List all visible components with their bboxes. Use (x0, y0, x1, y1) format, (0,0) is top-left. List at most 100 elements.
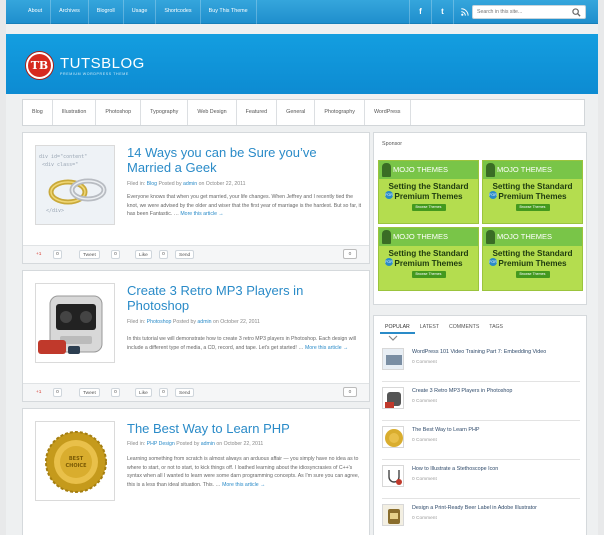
post-category-link[interactable]: Blog (147, 181, 157, 187)
post-thumbnail[interactable]: BEST CHOICE (35, 421, 115, 501)
tab-tags[interactable]: TAGS (484, 322, 508, 334)
social-links: f t (409, 0, 475, 24)
list-item[interactable]: WordPress 101 Video Training Part 7: Emb… (382, 344, 580, 382)
category-navigation: Blog Illustration Photoshop Typography W… (22, 99, 585, 126)
google-plus-button[interactable]: +1 (33, 250, 44, 259)
ad-line2: Premium Themes (498, 192, 567, 201)
twitter-icon[interactable]: t (431, 0, 453, 24)
list-item[interactable]: Create 3 Retro MP3 Players in Photoshop … (382, 383, 580, 421)
post-title[interactable]: Create 3 Retro MP3 Players in Photoshop (127, 283, 361, 313)
topnav-about[interactable]: About (20, 0, 52, 24)
search-icon[interactable] (572, 8, 581, 17)
cat-photoshop[interactable]: Photoshop (96, 100, 142, 125)
topnav-archives[interactable]: Archives (51, 0, 89, 24)
site-logo-name[interactable]: TUTSBLOG (60, 55, 145, 72)
list-item-title[interactable]: Design a Print-Ready Beer Label in Adobe… (412, 505, 580, 511)
meta-filed-label: Filed in: (127, 319, 146, 325)
send-button[interactable]: Send (175, 388, 195, 397)
list-item-title[interactable]: WordPress 101 Video Training Part 7: Emb… (412, 349, 580, 355)
like-button[interactable]: Like (135, 250, 152, 259)
topnav-blogroll[interactable]: Blogroll (89, 0, 124, 24)
topnav-shortcodes[interactable]: Shortcodes (156, 0, 201, 24)
post-title[interactable]: The Best Way to Learn PHP (127, 421, 361, 436)
browse-themes-button[interactable]: Browse Themes (411, 204, 446, 211)
sponsor-ad[interactable]: MOJO THEMES Setting the Standard Premium … (482, 227, 583, 291)
tab-popular[interactable]: POPULAR (380, 322, 415, 334)
share-bar: +1 0 Tweet 0 Like 0 Send 0 (23, 245, 369, 263)
svg-text:</div>: </div> (46, 208, 64, 214)
cat-web-design[interactable]: Web Design (188, 100, 237, 125)
post-author-link[interactable]: admin (197, 319, 211, 325)
post-card: BEST CHOICE The Best Way to Learn PHP Fi… (22, 408, 370, 535)
ad-for-badge: FOR (489, 191, 497, 199)
list-item-title[interactable]: The Best Way to Learn PHP (412, 427, 580, 433)
logo-badge[interactable]: TB (26, 52, 53, 79)
ad-for-badge: FOR (489, 258, 497, 266)
tweet-button[interactable]: Tweet (79, 250, 100, 259)
ad-for-badge: FOR (385, 258, 393, 266)
list-item[interactable]: The Best Way to Learn PHP 0 Comment (382, 422, 580, 460)
list-item[interactable]: Design a Print-Ready Beer Label in Adobe… (382, 500, 580, 535)
tab-latest[interactable]: LATEST (415, 322, 444, 334)
send-button[interactable]: Send (175, 250, 195, 259)
share-bar: +1 0 Tweet 0 Like 0 Send 0 (23, 383, 369, 401)
list-item-comments: 0 Comment (412, 399, 437, 404)
comment-count-bubble[interactable]: 0 (343, 249, 357, 259)
topnav-usage[interactable]: Usage (124, 0, 157, 24)
list-thumbnail (382, 504, 404, 526)
post-excerpt: In this tutorial we will demonstrate how… (127, 335, 363, 352)
sponsor-ad[interactable]: MOJO THEMES Setting the Standard Premium … (378, 160, 479, 224)
post-title[interactable]: 14 Ways you can be Sure you’ve Married a… (127, 145, 361, 175)
browse-themes-button[interactable]: Browse Themes (515, 271, 550, 278)
post-date: on October 22, 2011 (198, 181, 246, 187)
cat-illustration[interactable]: Illustration (53, 100, 97, 125)
cat-photography[interactable]: Photography (315, 100, 365, 125)
list-item-title[interactable]: How to Illustrate a Stethoscope Icon (412, 466, 580, 472)
post-author-link[interactable]: admin (183, 181, 197, 187)
browse-themes-button[interactable]: Browse Themes (411, 271, 446, 278)
svg-text:CHOICE: CHOICE (65, 463, 87, 469)
topnav-buy-this-theme[interactable]: Buy This Theme (201, 0, 257, 24)
ad-brand-suffix: THEMES (520, 165, 553, 174)
tab-comments[interactable]: COMMENTS (444, 322, 484, 334)
google-plus-count: 0 (53, 388, 62, 397)
read-more-link[interactable]: More this article → (180, 211, 223, 217)
cat-typography[interactable]: Typography (141, 100, 189, 125)
top-bar: About Archives Blogroll Usage Shortcodes… (6, 0, 598, 24)
svg-text:div id="content": div id="content" (39, 154, 87, 160)
svg-text:<div class=": <div class=" (42, 162, 78, 168)
post-category-link[interactable]: PHP Design (147, 441, 175, 447)
cat-wordpress[interactable]: WordPress (365, 100, 411, 125)
mascot-icon (486, 230, 495, 244)
search-input[interactable] (473, 6, 569, 18)
site-tagline: PREMIUM WORDPRESS THEME (60, 72, 129, 76)
post-card: Create 3 Retro MP3 Players in Photoshop … (22, 270, 370, 402)
post-card: div id="content" <div class=" </div> 14 … (22, 132, 370, 264)
list-item[interactable]: How to Illustrate a Stethoscope Icon 0 C… (382, 461, 580, 499)
post-thumbnail[interactable] (35, 283, 115, 363)
post-author-link[interactable]: admin (201, 441, 215, 447)
svg-text:BEST: BEST (69, 456, 84, 462)
post-thumbnail[interactable]: div id="content" <div class=" </div> (35, 145, 115, 225)
sponsor-ad[interactable]: MOJO THEMES Setting the Standard Premium … (482, 160, 583, 224)
tweet-button[interactable]: Tweet (79, 388, 100, 397)
list-item-title[interactable]: Create 3 Retro MP3 Players in Photoshop (412, 388, 580, 394)
cat-general[interactable]: General (277, 100, 316, 125)
cat-blog[interactable]: Blog (23, 100, 53, 125)
meta-posted-label: Posted by (176, 441, 200, 447)
sponsor-widget: Sponsor MOJO THEMES Setting the Standard… (373, 132, 587, 305)
post-category-link[interactable]: Photoshop (147, 319, 172, 325)
ad-line1: Setting the Standard (388, 249, 469, 258)
browse-themes-button[interactable]: Browse Themes (515, 204, 550, 211)
ad-line2: Premium Themes (498, 259, 567, 268)
comment-count-bubble[interactable]: 0 (343, 387, 357, 397)
sponsor-ad[interactable]: MOJO THEMES Setting the Standard Premium … (378, 227, 479, 291)
list-item-comments: 0 Comment (412, 360, 437, 365)
browser-viewport: About Archives Blogroll Usage Shortcodes… (6, 0, 598, 535)
google-plus-button[interactable]: +1 (33, 388, 44, 397)
read-more-link[interactable]: More this article → (305, 345, 348, 351)
facebook-icon[interactable]: f (409, 0, 431, 24)
read-more-link[interactable]: More this article → (222, 482, 265, 488)
like-button[interactable]: Like (135, 388, 152, 397)
cat-featured[interactable]: Featured (237, 100, 278, 125)
